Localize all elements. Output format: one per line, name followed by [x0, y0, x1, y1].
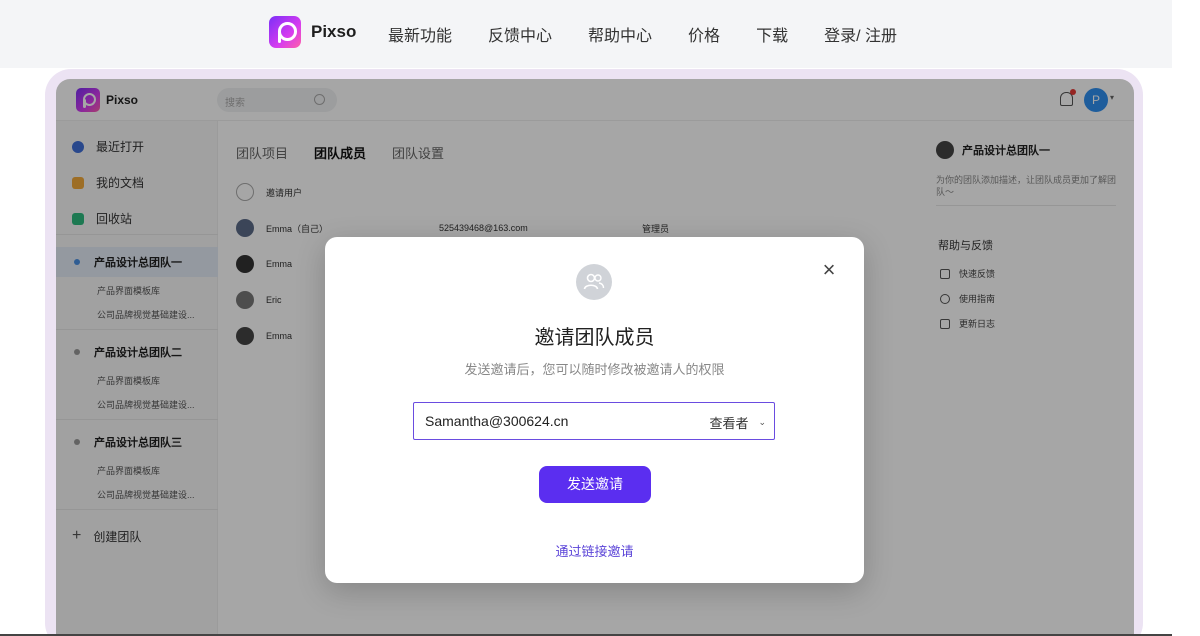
- email-input[interactable]: [414, 403, 684, 439]
- chevron-down-icon: ⌄: [758, 417, 766, 427]
- invite-modal: × 邀请团队成员 发送邀请后，您可以随时修改被邀请人的权限 查看者 ⌄ 发送邀请…: [325, 237, 864, 583]
- team-members-icon: [576, 264, 612, 300]
- nav-link-pricing[interactable]: 价格: [688, 22, 720, 46]
- pixso-logo-icon: [269, 16, 301, 48]
- send-invite-button[interactable]: 发送邀请: [539, 466, 651, 503]
- nav-link-download[interactable]: 下载: [756, 22, 788, 46]
- nav-link-login[interactable]: 登录/ 注册: [824, 22, 897, 46]
- site-links: 最新功能 反馈中心 帮助中心 价格 下载 登录/ 注册: [388, 22, 933, 46]
- site-logo[interactable]: Pixso: [269, 16, 356, 48]
- close-icon[interactable]: ×: [820, 259, 838, 281]
- nav-link-feedback[interactable]: 反馈中心: [488, 22, 552, 46]
- role-label: 查看者: [709, 416, 749, 431]
- modal-subtitle: 发送邀请后，您可以随时修改被邀请人的权限: [464, 362, 725, 377]
- nav-link-features[interactable]: 最新功能: [388, 22, 452, 46]
- nav-link-help[interactable]: 帮助中心: [588, 22, 652, 46]
- invite-via-link-button[interactable]: 通过链接邀请: [325, 541, 864, 560]
- invite-field: 查看者 ⌄: [413, 402, 775, 440]
- modal-title: 邀请团队成员: [534, 327, 655, 349]
- site-brand: Pixso: [311, 22, 357, 41]
- site-navbar: Pixso 最新功能 反馈中心 帮助中心 价格 下载 登录/ 注册: [0, 0, 1172, 68]
- role-select[interactable]: 查看者 ⌄: [709, 413, 766, 432]
